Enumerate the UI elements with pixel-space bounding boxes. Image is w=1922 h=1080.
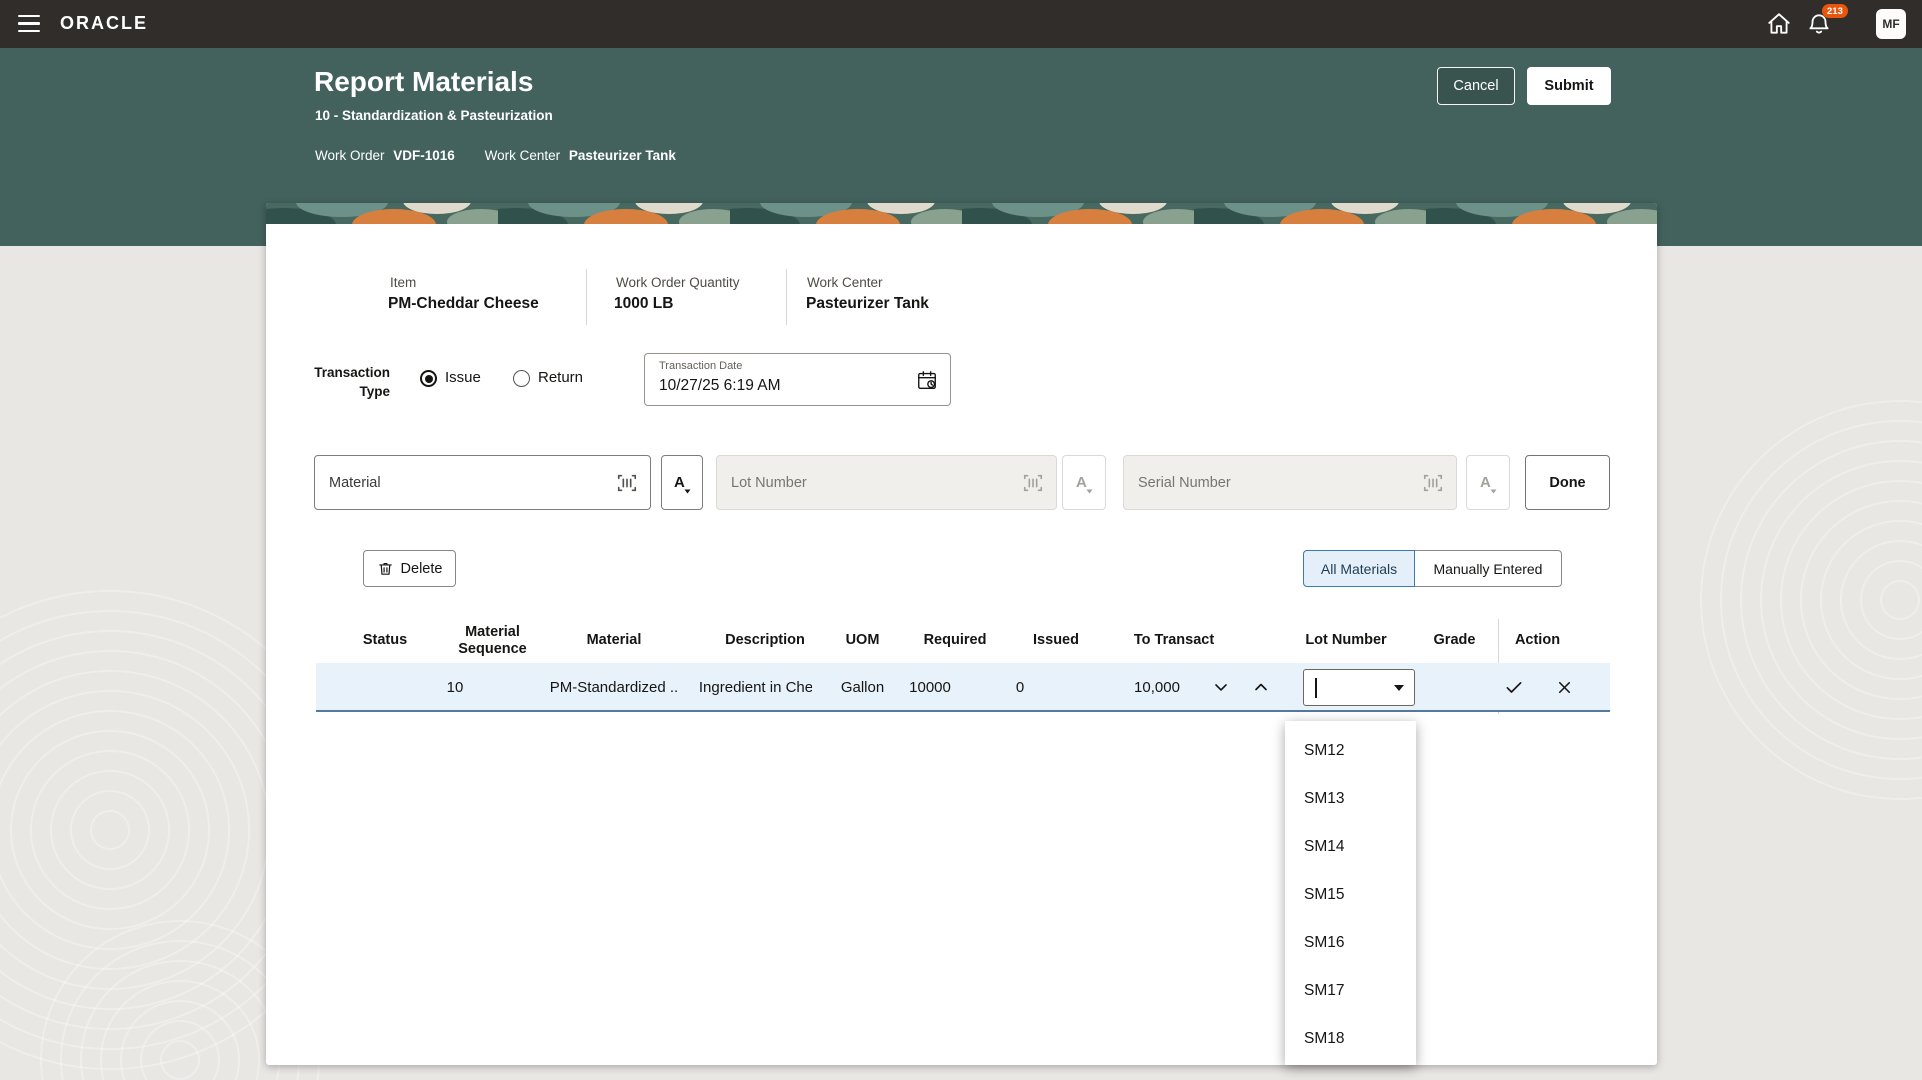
report-materials-screen: ORACLE 213 MF Report Materials 10 - Stan… <box>0 0 1922 1080</box>
work-order-label: Work Order <box>315 148 385 163</box>
column-header-uom: UOM <box>815 619 910 663</box>
radio-return[interactable] <box>513 370 530 387</box>
chevron-down-icon <box>1211 677 1231 697</box>
delete-button-label: Delete <box>401 561 443 577</box>
lot-number-combobox[interactable] <box>1303 669 1415 706</box>
column-header-to-transact: To Transact <box>1115 619 1233 663</box>
lot-number-scan-field <box>716 455 1057 510</box>
material-text-entry-button[interactable]: A <box>661 455 703 510</box>
lot-text-entry-button: A <box>1062 455 1106 510</box>
work-center-value: Pasteurizer Tank <box>569 148 676 163</box>
home-icon[interactable] <box>1766 11 1792 37</box>
oracle-logo: ORACLE <box>60 13 148 34</box>
svg-text:A: A <box>674 474 685 491</box>
background-pattern <box>1700 400 1922 800</box>
column-header-issued: Issued <box>1001 619 1111 663</box>
svg-text:A: A <box>1076 474 1087 491</box>
trash-icon <box>377 560 394 577</box>
column-header-material: Material <box>550 619 678 663</box>
menu-icon[interactable] <box>18 15 40 32</box>
dropdown-option[interactable]: SM17 <box>1285 967 1416 1015</box>
lot-number-input <box>717 475 1022 491</box>
dropdown-option[interactable]: SM13 <box>1285 775 1416 823</box>
transaction-date-value: 10/27/25 6:19 AM <box>659 377 781 395</box>
text-cursor <box>1315 678 1317 698</box>
text-entry-icon: A <box>1476 471 1500 495</box>
column-header-lot-number: Lot Number <box>1288 619 1404 663</box>
serial-number-input <box>1124 475 1422 491</box>
work-order-value: VDF-1016 <box>393 148 455 163</box>
check-icon <box>1504 677 1524 697</box>
delete-button[interactable]: Delete <box>363 550 456 587</box>
confirm-row-button[interactable] <box>1503 676 1525 698</box>
dropdown-option[interactable]: SM18 <box>1285 1015 1416 1063</box>
cancel-button[interactable]: Cancel <box>1437 67 1515 105</box>
close-icon <box>1555 678 1574 697</box>
notification-badge: 213 <box>1822 4 1848 18</box>
transaction-type-label: Transaction Type <box>300 363 390 401</box>
cell-material-sequence: 10 <box>400 663 510 712</box>
divider <box>786 269 787 325</box>
submit-button[interactable]: Submit <box>1527 67 1611 105</box>
barcode-icon[interactable] <box>616 472 638 494</box>
svg-text:A: A <box>1480 474 1491 491</box>
cell-description: Ingredient in Che <box>700 663 812 712</box>
column-header-action: Action <box>1500 619 1575 663</box>
transaction-date-label: Transaction Date <box>659 360 742 372</box>
report-card: Item PM-Cheddar Cheese Work Order Quanti… <box>266 203 1657 1065</box>
to-transact-increment-button[interactable] <box>1248 674 1274 700</box>
column-header-material-sequence: Material Sequence <box>435 619 550 663</box>
radio-issue-label[interactable]: Issue <box>445 369 481 386</box>
work-order-quantity-value: 1000 LB <box>614 295 673 313</box>
work-center-label: Work Center <box>807 275 883 290</box>
to-transact-decrement-button[interactable] <box>1208 674 1234 700</box>
work-order-line: Work Order VDF-1016 Work Center Pasteuri… <box>315 148 676 163</box>
material-scan-field <box>314 455 651 510</box>
lot-number-dropdown: SM12 SM13 SM14 SM15 SM16 SM17 SM18 <box>1285 721 1416 1065</box>
text-entry-icon: A <box>1072 471 1096 495</box>
column-header-status: Status <box>330 619 440 663</box>
dropdown-option[interactable]: SM12 <box>1285 727 1416 775</box>
page-title: Report Materials <box>314 66 533 98</box>
cell-material: PM-Standardized .. <box>550 663 678 712</box>
avatar[interactable]: MF <box>1876 9 1906 39</box>
work-center-value: Pasteurizer Tank <box>806 295 929 313</box>
calendar-icon[interactable] <box>916 369 938 391</box>
column-header-grade: Grade <box>1412 619 1497 663</box>
dropdown-caret-icon[interactable] <box>1394 685 1404 691</box>
item-value: PM-Cheddar Cheese <box>388 295 539 313</box>
material-input[interactable] <box>315 475 616 491</box>
decorative-banner <box>266 203 1657 224</box>
work-order-quantity-label: Work Order Quantity <box>616 275 740 290</box>
item-label: Item <box>390 275 416 290</box>
cell-to-transact: 10,000 <box>1102 663 1212 712</box>
dropdown-option[interactable]: SM14 <box>1285 823 1416 871</box>
dropdown-option[interactable]: SM15 <box>1285 871 1416 919</box>
divider <box>586 269 587 325</box>
transaction-date-field[interactable]: Transaction Date 10/27/25 6:19 AM <box>644 353 951 406</box>
column-header-description: Description <box>700 619 830 663</box>
chevron-up-icon <box>1251 677 1271 697</box>
serial-text-entry-button: A <box>1466 455 1510 510</box>
done-button[interactable]: Done <box>1525 455 1610 510</box>
topbar: ORACLE 213 MF <box>0 0 1922 48</box>
work-center-label: Work Center <box>485 148 561 163</box>
radio-issue[interactable] <box>420 370 437 387</box>
column-header-required: Required <box>900 619 1010 663</box>
text-entry-icon: A <box>670 471 694 495</box>
radio-return-label[interactable]: Return <box>538 369 583 386</box>
page-subtitle: 10 - Standardization & Pasteurization <box>315 108 553 123</box>
cancel-row-button[interactable] <box>1553 676 1575 698</box>
serial-number-scan-field <box>1123 455 1457 510</box>
barcode-icon <box>1422 472 1444 494</box>
cell-issued: 0 <box>965 663 1075 712</box>
filter-manually-entered[interactable]: Manually Entered <box>1415 550 1562 587</box>
filter-all-materials[interactable]: All Materials <box>1303 550 1415 587</box>
dropdown-option[interactable]: SM16 <box>1285 919 1416 967</box>
barcode-icon <box>1022 472 1044 494</box>
